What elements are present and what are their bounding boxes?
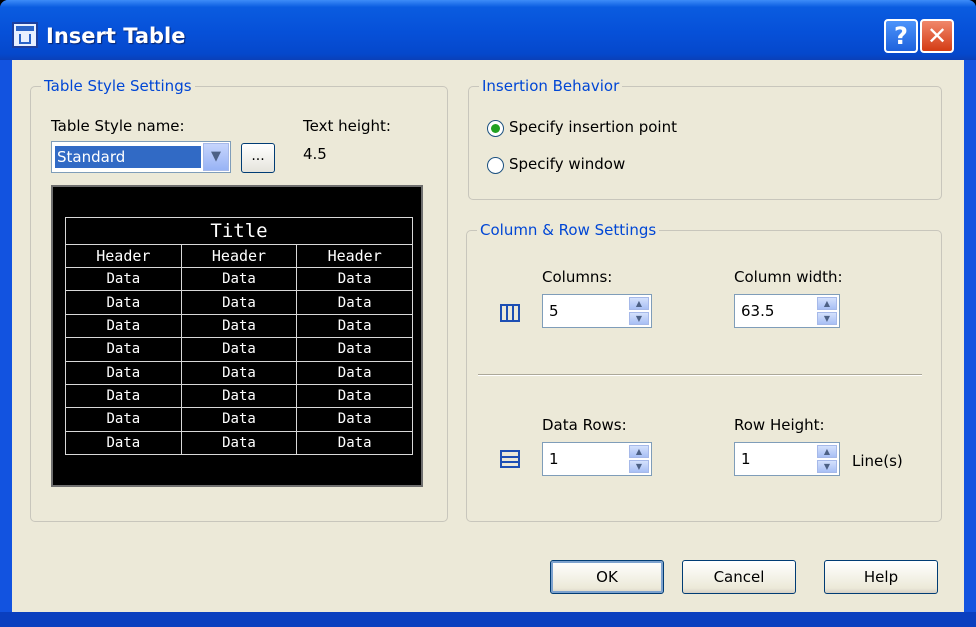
data-rows-label: Data Rows: [542,416,627,434]
preview-row: Data Data Data [65,430,413,456]
window-title: Insert Table [46,24,186,48]
preview-row: Data Data Data [65,266,413,292]
text-height-label: Text height: [303,117,391,135]
preview-cell: Data [180,430,298,456]
preview-row: Data Data Data [65,383,413,409]
preview-row: Data Data Data [65,337,413,362]
cancel-button[interactable]: Cancel [682,560,796,594]
specify-window-label[interactable]: Specify window [509,155,625,173]
column-width-stepper[interactable]: 63.5 ▲ ▼ [734,294,840,328]
preview-cell: Data [296,360,413,385]
columns-label: Columns: [542,268,613,286]
preview-table: Title Header Header Header Data Data Data … [65,217,413,456]
dialog-body: Table Style Settings Table Style name: T… [12,60,964,612]
text-height-value: 4.5 [303,145,327,163]
data-rows-spin-buttons[interactable]: ▲ ▼ [629,445,649,473]
column-row-settings-group-label: Column & Row Settings [477,221,660,239]
preview-cell: Data [180,337,298,362]
title-bar[interactable]: Insert Table ? ✕ [0,0,976,60]
preview-cell: Data [65,290,182,315]
help-button[interactable]: Help [824,560,938,594]
preview-row: Data Data Data [65,313,413,339]
rows-icon [500,450,520,468]
preview-header: Header [180,244,298,268]
columns-value[interactable]: 5 [549,302,559,320]
column-width-spin-buttons[interactable]: ▲ ▼ [817,297,837,325]
insert-table-icon [12,22,38,48]
preview-title: Title [65,217,413,245]
row-height-stepper[interactable]: 1 ▲ ▼ [734,442,840,476]
column-row-settings-group: Column & Row Settings [466,221,942,522]
table-style-browse-button[interactable]: ... [241,143,275,173]
preview-row: Data Data Data [65,290,413,315]
preview-cell: Data [180,313,298,339]
spin-down-icon[interactable]: ▼ [817,312,837,325]
table-style-group-label: Table Style Settings [41,77,195,95]
table-style-dropdown[interactable]: Standard ▼ [51,141,231,173]
preview-cell: Data [180,407,298,432]
preview-cell: Data [180,290,298,315]
spin-up-icon[interactable]: ▲ [629,297,649,310]
table-style-name-label: Table Style name: [51,117,185,135]
table-style-selected: Standard [55,146,201,168]
close-button[interactable]: ✕ [920,19,954,53]
insertion-behavior-group-label: Insertion Behavior [479,77,623,95]
preview-cell: Data [65,430,182,456]
preview-cell: Data [65,360,182,385]
chevron-down-icon[interactable]: ▼ [203,143,229,171]
preview-cell: Data [296,337,413,362]
preview-cell: Data [296,266,413,292]
columns-icon [500,304,520,322]
column-width-value[interactable]: 63.5 [741,302,774,320]
column-width-label: Column width: [734,268,843,286]
table-preview: Title Header Header Header Data Data Data … [51,185,423,487]
preview-row: Data Data Data [65,360,413,385]
specify-insertion-point-radio[interactable] [487,120,504,137]
preview-row: Data Data Data [65,407,413,432]
preview-cell: Data [296,430,413,456]
data-rows-stepper[interactable]: 1 ▲ ▼ [542,442,652,476]
spin-up-icon[interactable]: ▲ [817,445,837,458]
window-bottom-border [0,612,976,627]
table-style-group: Table Style Settings Table Style name: T… [30,77,448,522]
specify-window-radio[interactable] [487,157,504,174]
spin-up-icon[interactable]: ▲ [629,445,649,458]
insertion-behavior-group: Insertion Behavior Specify insertion poi… [468,77,942,200]
settings-divider [478,374,922,376]
preview-cell: Data [65,266,182,292]
row-height-value[interactable]: 1 [741,450,751,468]
row-height-spin-buttons[interactable]: ▲ ▼ [817,445,837,473]
row-height-unit-label: Line(s) [852,452,903,470]
preview-cell: Data [180,266,298,292]
data-rows-value[interactable]: 1 [549,450,559,468]
columns-spin-buttons[interactable]: ▲ ▼ [629,297,649,325]
preview-header: Header [65,244,182,268]
preview-cell: Data [296,407,413,432]
ok-button[interactable]: OK [550,560,664,594]
preview-cell: Data [296,383,413,409]
preview-header: Header [296,244,413,268]
specify-insertion-point-label[interactable]: Specify insertion point [509,118,677,136]
insert-table-dialog: Insert Table ? ✕ Table Style Settings Ta… [0,0,976,627]
preview-cell: Data [65,407,182,432]
spin-up-icon[interactable]: ▲ [817,297,837,310]
preview-cell: Data [65,337,182,362]
preview-cell: Data [180,360,298,385]
preview-cell: Data [65,383,182,409]
preview-cell: Data [65,313,182,339]
spin-down-icon[interactable]: ▼ [629,312,649,325]
row-height-label: Row Height: [734,416,825,434]
title-help-button[interactable]: ? [884,19,918,53]
preview-cell: Data [180,383,298,409]
columns-stepper[interactable]: 5 ▲ ▼ [542,294,652,328]
preview-cell: Data [296,313,413,339]
spin-down-icon[interactable]: ▼ [817,460,837,473]
spin-down-icon[interactable]: ▼ [629,460,649,473]
preview-cell: Data [296,290,413,315]
